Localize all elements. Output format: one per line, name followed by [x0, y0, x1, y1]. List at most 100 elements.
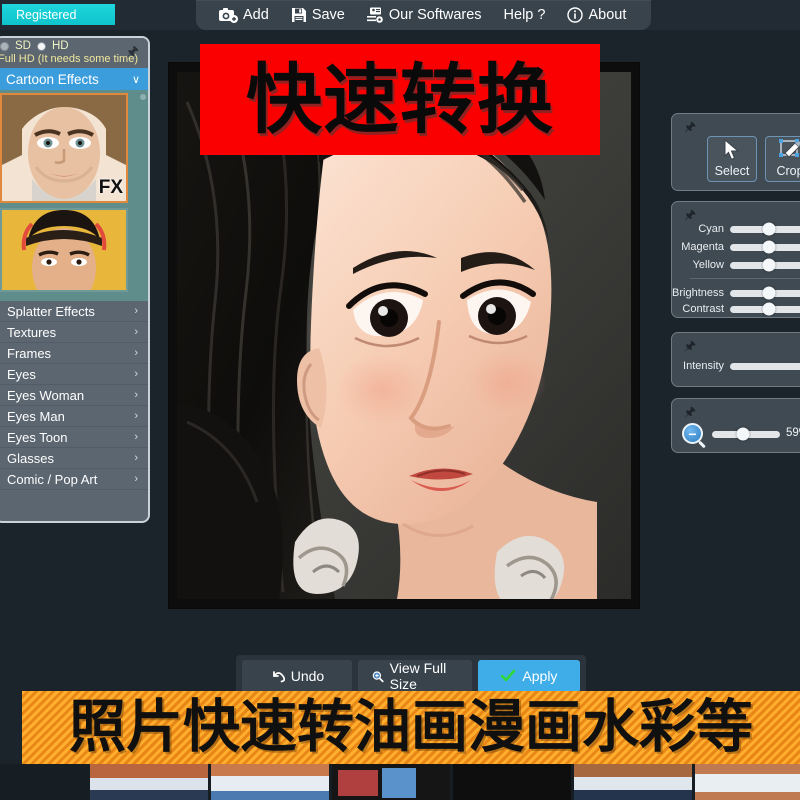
pin-icon[interactable]: 🖈	[684, 405, 696, 418]
pin-icon[interactable]: 🖈	[126, 44, 139, 58]
info-circle-icon	[567, 7, 584, 23]
filmstrip-thumbnail[interactable]	[695, 764, 800, 800]
contrast-slider[interactable]	[730, 302, 800, 316]
sidebar-item-label: Eyes Man	[7, 408, 65, 424]
sidebar-item-eyes-woman[interactable]: Eyes Woman ›	[0, 385, 148, 406]
menu-item-our-softwares[interactable]: Our Softwares	[356, 0, 493, 30]
panel-divider	[690, 278, 800, 279]
magenta-slider-knob[interactable]	[762, 240, 776, 254]
intensity-slider-label: Intensity	[683, 360, 724, 372]
sidebar-item-label: Textures	[7, 324, 57, 340]
intensity-slider[interactable]	[730, 362, 800, 370]
menu-item-add[interactable]: Add	[208, 0, 280, 30]
sd-radio[interactable]	[0, 41, 9, 51]
color-adjust-panel: 🖈 Cyan Magenta Yellow Brightness Contras…	[671, 201, 800, 318]
crop-icon	[779, 139, 800, 158]
zoom-slider[interactable]	[712, 427, 780, 441]
view-full-size-label: View Full Size	[389, 660, 447, 692]
view-full-size-button[interactable]: View Full Size	[357, 659, 472, 693]
brightness-slider-knob[interactable]	[762, 286, 776, 300]
contrast-slider-knob[interactable]	[762, 302, 776, 316]
chevron-right-icon: ›	[134, 431, 138, 443]
filmstrip-thumbnail[interactable]	[574, 764, 692, 800]
thumbnail-scrollbar[interactable]	[140, 94, 146, 100]
effects-sidebar: SD HD Full HD (It needs some time) 🖈 Car…	[0, 36, 150, 523]
magenta-slider-label: Magenta	[681, 241, 724, 253]
yellow-slider[interactable]	[730, 258, 800, 272]
yellow-slider-knob[interactable]	[762, 258, 776, 272]
zoom-panel: 🖈 − 59%	[671, 398, 800, 453]
promo-banner-bottom: 照片快速转油画漫画水彩等	[22, 691, 800, 764]
sidebar-item-label: Frames	[7, 345, 52, 361]
apply-label: Apply	[522, 668, 558, 684]
promo-banner-top-text: 快速转换	[246, 54, 554, 144]
sidebar-item-eyes-toon[interactable]: Eyes Toon ›	[0, 427, 148, 448]
menu-item-help[interactable]: Help ?	[493, 0, 557, 30]
chevron-right-icon: ›	[134, 389, 138, 401]
top-toolbar: Add Save Our Softwares Help ? About Regi…	[0, 0, 800, 30]
menu-item-about[interactable]: About	[556, 0, 637, 30]
select-tool-label: Select	[714, 164, 750, 178]
crop-tool-button[interactable]: Crop	[765, 136, 800, 182]
sidebar-item-glasses[interactable]: Glasses ›	[0, 448, 148, 469]
cyan-slider-knob[interactable]	[762, 222, 776, 236]
cyan-slider[interactable]	[730, 222, 800, 236]
menu-item-save[interactable]: Save	[280, 0, 356, 30]
apply-button[interactable]: Apply	[477, 659, 580, 693]
undo-arrow-icon	[272, 671, 285, 683]
effect-thumbnail-2[interactable]	[0, 208, 128, 292]
application-window: Add Save Our Softwares Help ? About Regi…	[0, 0, 800, 800]
floppy-disk-icon	[291, 7, 307, 23]
promo-banner-bottom-text: 照片快速转油画漫画水彩等	[69, 694, 753, 760]
chevron-right-icon: ›	[134, 305, 138, 317]
magenta-slider[interactable]	[730, 240, 800, 254]
cartoon-effects-dropdown[interactable]: Cartoon Effects ∨	[0, 68, 148, 90]
menu-item-help-label: Help ?	[503, 7, 546, 23]
magnifier-icon	[372, 670, 384, 682]
menu-item-add-label: Add	[243, 7, 269, 23]
photo-filmstrip[interactable]	[0, 764, 800, 800]
sidebar-item-label: Eyes	[7, 366, 36, 382]
undo-button[interactable]: Undo	[242, 659, 352, 693]
chevron-right-icon: ›	[134, 410, 138, 422]
zoom-slider-knob[interactable]	[736, 427, 750, 441]
hd-radio[interactable]	[36, 41, 46, 51]
sidebar-item-eyes-man[interactable]: Eyes Man ›	[0, 406, 148, 427]
camera-add-icon	[219, 7, 238, 23]
chevron-right-icon: ›	[134, 368, 138, 380]
effect-thumbnails: FX	[0, 90, 148, 301]
sidebar-item-label: Glasses	[7, 450, 54, 466]
magenta-slider-row: Magenta	[672, 240, 800, 254]
pin-icon[interactable]: 🖈	[684, 120, 696, 133]
brightness-slider[interactable]	[730, 286, 800, 300]
chevron-down-icon: ∨	[131, 73, 140, 86]
sidebar-item-label: Eyes Toon	[7, 429, 68, 445]
filmstrip-thumbnail[interactable]	[332, 764, 450, 800]
zoom-percent-label: 59%	[785, 427, 800, 439]
pin-icon[interactable]: 🖈	[684, 208, 696, 221]
chevron-right-icon: ›	[134, 326, 138, 338]
cyan-slider-row: Cyan	[672, 222, 800, 236]
sidebar-item-comic-pop-art[interactable]: Comic / Pop Art ›	[0, 469, 148, 490]
intensity-slider-row: Intensity	[672, 359, 800, 373]
chevron-right-icon: ›	[134, 347, 138, 359]
sidebar-item-eyes[interactable]: Eyes ›	[0, 364, 148, 385]
sidebar-item-textures[interactable]: Textures ›	[0, 322, 148, 343]
software-list-icon	[366, 7, 384, 23]
filmstrip-thumbnail[interactable]	[453, 764, 571, 800]
quality-selector: SD HD Full HD (It needs some time) 🖈	[0, 38, 148, 68]
registered-label: Registered	[16, 7, 77, 22]
filmstrip-thumbnail[interactable]	[211, 764, 329, 800]
zoom-minus-glyph: −	[688, 425, 697, 442]
pin-icon[interactable]: 🖈	[684, 339, 696, 352]
cursor-arrow-icon	[724, 138, 740, 161]
select-tool-button[interactable]: Select	[707, 136, 757, 182]
brightness-slider-label: Brightness	[672, 287, 724, 299]
effect-thumbnail-1[interactable]: FX	[0, 93, 128, 203]
zoom-slider-row	[712, 427, 780, 441]
sidebar-item-frames[interactable]: Frames ›	[0, 343, 148, 364]
registered-badge[interactable]: Registered	[2, 4, 115, 25]
zoom-out-icon[interactable]: −	[682, 423, 703, 444]
filmstrip-thumbnail[interactable]	[90, 764, 208, 800]
sidebar-item-splatter-effects[interactable]: Splatter Effects ›	[0, 301, 148, 322]
